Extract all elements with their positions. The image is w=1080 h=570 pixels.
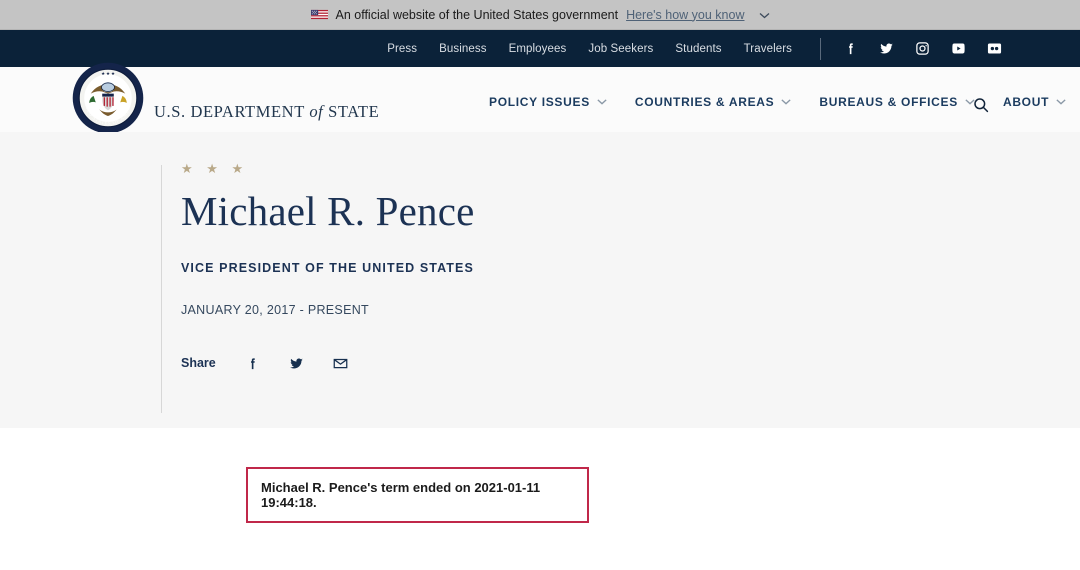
nav-item-about[interactable]: ABOUT [1003,95,1066,109]
search-icon [974,98,989,113]
nav-item-countries-areas[interactable]: COUNTRIES & AREAS [635,95,791,109]
stars-decoration: ★ ★ ★ [181,161,249,176]
person-role: VICE PRESIDENT OF THE UNITED STATES [181,260,474,275]
social-links [843,41,1002,56]
brand-suffix: STATE [323,102,380,121]
share-label: Share [181,356,216,371]
chevron-down-icon [597,99,607,105]
utility-link-employees[interactable]: Employees [509,43,567,55]
flickr-icon[interactable] [987,41,1002,56]
utility-divider [820,37,821,60]
twitter-icon[interactable] [289,356,304,371]
term-ended-notice-text: Michael R. Pence's term ended on 2021-01… [261,480,541,510]
how-you-know-label: Here's how you know [626,7,745,22]
how-you-know-link[interactable]: Here's how you know [626,8,744,22]
banner-text: An official website of the United States… [335,7,619,22]
utility-link-travelers[interactable]: Travelers [744,43,792,55]
youtube-icon[interactable] [951,41,966,56]
nav-label-about: ABOUT [1002,95,1050,109]
site-header: ★ ★ ★ UNITED STATES OF AMERICA U.S. DEPA… [0,62,1080,134]
nav-label-bureaus-offices: BUREAUS & OFFICES [819,95,958,109]
brand[interactable]: ★ ★ ★ UNITED STATES OF AMERICA U.S. DEPA… [72,62,379,134]
us-flag-icon [310,9,328,20]
gov-banner: An official website of the United States… [0,0,1080,30]
utility-link-press[interactable]: Press [387,43,417,55]
search-button[interactable] [968,92,994,118]
twitter-icon[interactable] [879,41,894,56]
nav-label-policy-issues: POLICY ISSUES [489,95,590,109]
utility-links: Press Business Employees Job Seekers Stu… [387,43,792,55]
utility-link-job-seekers[interactable]: Job Seekers [588,43,653,55]
brand-italic: of [309,102,324,121]
instagram-icon[interactable] [915,41,930,56]
share-row: Share [181,356,475,371]
utility-link-students[interactable]: Students [675,43,721,55]
hero-content: ★ ★ ★ Michael R. Pence VICE PRESIDENT OF… [181,132,475,371]
brand-prefix: U.S. DEPARTMENT [154,102,310,121]
nav-item-bureaus-offices[interactable]: BUREAUS & OFFICES [819,95,975,109]
term-ended-notice: Michael R. Pence's term ended on 2021-01… [246,467,589,523]
brand-name: U.S. DEPARTMENT of STATE [154,102,379,122]
chevron-down-icon [1056,99,1066,105]
us-department-of-state-seal: ★ ★ ★ UNITED STATES OF AMERICA [72,62,144,134]
chevron-down-icon [781,99,791,105]
svg-text:★ ★ ★: ★ ★ ★ [101,71,115,76]
hero-section: ★ ★ ★ Michael R. Pence VICE PRESIDENT OF… [0,132,1080,428]
nav-label-countries-areas: COUNTRIES & AREAS [634,95,775,109]
nav-item-policy-issues[interactable]: POLICY ISSUES [489,95,607,109]
email-icon[interactable] [333,356,348,371]
page-title: Michael R. Pence [181,188,475,234]
person-term-dates: JANUARY 20, 2017 - PRESENT [181,302,369,317]
utility-link-business[interactable]: Business [439,43,486,55]
chevron-down-icon[interactable] [759,8,770,22]
hero-divider [161,165,162,413]
facebook-icon[interactable] [245,356,260,371]
facebook-icon[interactable] [843,41,858,56]
notice-area: Michael R. Pence's term ended on 2021-01… [0,428,1080,570]
